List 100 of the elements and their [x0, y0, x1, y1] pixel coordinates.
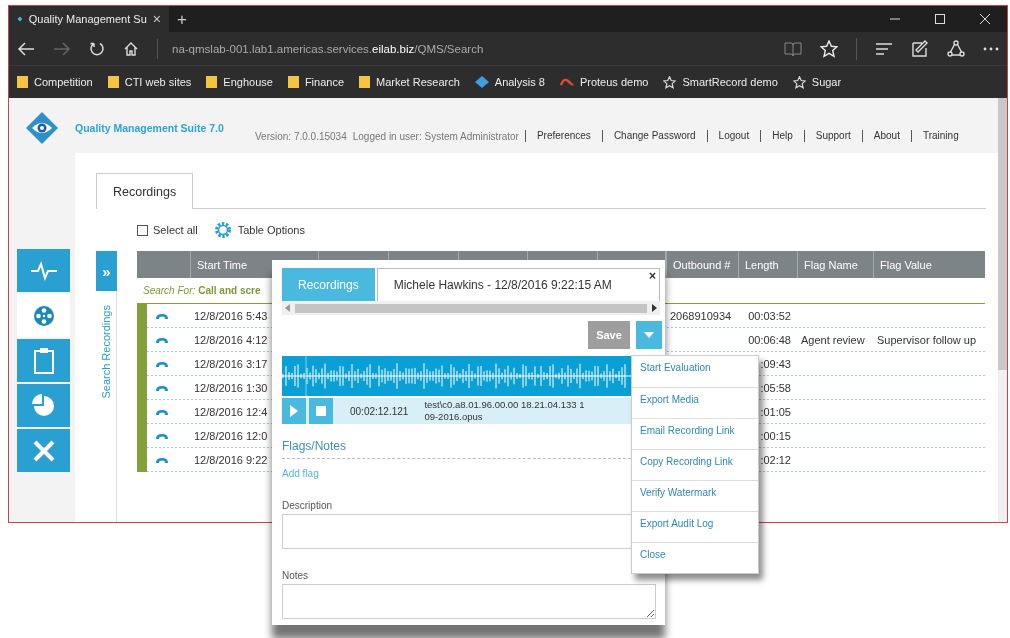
menu-item[interactable]: Copy Recording Link	[632, 449, 758, 480]
gear-icon[interactable]	[213, 221, 232, 239]
stop-button[interactable]	[309, 398, 333, 424]
header-link[interactable]: Training	[910, 130, 970, 142]
header-link[interactable]: Preferences	[524, 130, 602, 142]
phone-icon	[155, 384, 169, 392]
forward-icon[interactable]	[53, 40, 71, 57]
header-link[interactable]: Help	[760, 130, 804, 142]
star-icon[interactable]	[820, 39, 838, 58]
table-cell: :01:05	[760, 406, 791, 418]
file-name: test\c0.a8.01.96.00.00 18.21.04.133 1 09-2016.opus	[424, 399, 585, 423]
app-title: Quality Management Suite 7.0	[75, 122, 225, 134]
close-tab-button[interactable]: ×	[152, 11, 161, 27]
home-icon[interactable]	[123, 40, 139, 57]
phone-icon	[155, 408, 169, 416]
nav-tile[interactable]	[17, 249, 70, 292]
header-link[interactable]: About	[861, 130, 911, 142]
note-icon[interactable]	[911, 39, 929, 58]
clipboard-icon	[33, 347, 54, 374]
phone-icon	[155, 456, 169, 464]
film-reel-icon	[31, 303, 56, 328]
menu-item[interactable]: Close	[632, 542, 758, 573]
close-button[interactable]: ×	[649, 269, 656, 283]
bookmark[interactable]: Competition	[17, 76, 93, 88]
close-icon[interactable]	[980, 14, 990, 24]
column-header: Outbound #	[666, 251, 738, 278]
table-cell: 12/8/2016 1:30	[194, 382, 268, 394]
table-cell: 00:06:48	[748, 334, 791, 346]
bookmark[interactable]: Enghouse	[206, 76, 273, 88]
folder-icon	[107, 76, 119, 88]
tab[interactable]: Recordings	[96, 173, 194, 209]
back-icon[interactable]	[17, 40, 35, 57]
new-tab-button[interactable]: +	[177, 10, 187, 28]
book-icon[interactable]	[784, 40, 802, 57]
bookmark[interactable]: Analysis 8	[474, 76, 545, 88]
nav-tile[interactable]	[17, 429, 70, 472]
phone-icon	[155, 336, 169, 344]
play-button[interactable]	[282, 398, 306, 424]
menu-item[interactable]: Verify Watermark	[632, 480, 758, 511]
eye-logo-icon	[26, 112, 58, 144]
logged-in-user: Logged in user: System Administrator	[352, 130, 519, 142]
nav-tile[interactable]	[17, 339, 70, 382]
refresh-icon[interactable]	[89, 40, 105, 57]
table-cell: Supervisor follow up	[877, 334, 977, 346]
menu-item[interactable]: Email Recording Link	[632, 418, 758, 449]
nav-tile[interactable]	[17, 384, 70, 427]
header-link[interactable]: Change Password	[601, 130, 707, 142]
table-cell: 12/8/2016 12:0	[194, 430, 268, 442]
version-text: Version: 7.0.0.15034	[255, 130, 347, 142]
table-cell: 12/8/2016 5:43	[194, 310, 268, 322]
horizontal-scrollbar[interactable]	[282, 301, 660, 315]
menu-item[interactable]: Start Evaluation	[632, 356, 758, 387]
notes-label: Notes	[282, 570, 309, 581]
pie-chart-icon	[31, 393, 56, 418]
table-cell: 12/8/2016 4:12	[194, 334, 268, 346]
star-icon	[663, 75, 677, 89]
scroll-right-icon[interactable]	[651, 304, 657, 312]
swirl-icon	[559, 77, 574, 87]
bookmark[interactable]: Finance	[287, 76, 345, 88]
bookmark[interactable]: SmartRecord demo	[663, 75, 778, 89]
maximize-icon[interactable]	[935, 14, 945, 24]
table-cell: 00:03:52	[748, 310, 791, 322]
table-cell: :02:12	[760, 454, 791, 466]
notes-field[interactable]	[282, 584, 656, 619]
more-icon[interactable]	[983, 46, 999, 51]
column-header: Flag Value	[873, 251, 985, 278]
description-label: Description	[282, 500, 333, 511]
phone-icon	[155, 360, 169, 368]
folder-icon	[17, 76, 28, 88]
menu-item[interactable]: Export Audit Log	[632, 511, 758, 542]
bookmark[interactable]: Market Research	[359, 76, 460, 88]
folder-icon	[359, 76, 371, 88]
column-header: Length	[738, 251, 797, 278]
select-all-checkbox[interactable]: Select all	[137, 224, 198, 236]
menu-item[interactable]: Export Media	[632, 387, 758, 418]
table-cell: 12/8/2016 12:4	[194, 406, 268, 418]
bookmark[interactable]: Sugar	[792, 75, 842, 89]
play-icon	[290, 405, 298, 417]
flags-notes-heading: Flags/Notes	[282, 439, 347, 453]
table-cell: :05:58	[760, 382, 791, 394]
share-icon[interactable]	[947, 39, 965, 58]
table-cell: 12/8/2016 9:22	[194, 454, 268, 466]
table-cell: :09:43	[760, 358, 791, 370]
star-icon	[792, 75, 806, 89]
phone-icon	[155, 312, 169, 320]
table-cell: 12/8/2016 3:17	[194, 358, 268, 370]
bookmark[interactable]: Proteus demo	[559, 76, 649, 88]
nav-tile[interactable]	[17, 294, 70, 337]
search-criteria: Call and scre	[198, 285, 261, 296]
diamond-icon	[474, 76, 489, 88]
pulse-icon	[30, 260, 57, 281]
dropdown-button[interactable]	[636, 321, 662, 349]
scroll-left-icon[interactable]	[285, 304, 291, 312]
header-link[interactable]: Support	[803, 130, 862, 142]
table-cell: :00:15	[760, 430, 791, 442]
browser-tab[interactable]: Quality Management Su ×	[9, 6, 169, 32]
header-link[interactable]: Logout	[706, 130, 761, 142]
bookmark[interactable]: CTI web sites	[107, 76, 192, 88]
folder-icon	[206, 76, 218, 88]
table-options-link[interactable]: Table Options	[237, 224, 305, 236]
